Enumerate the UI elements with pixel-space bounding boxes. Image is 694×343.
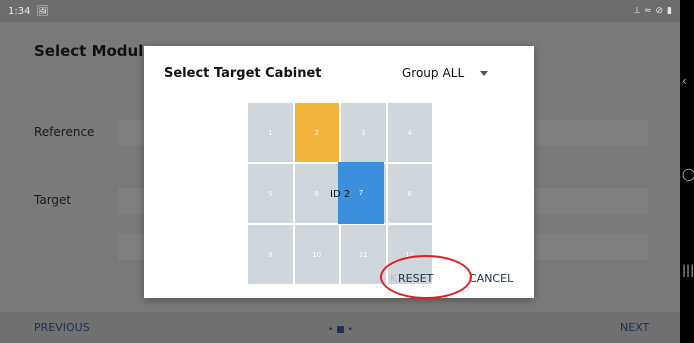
select-target-dialog: Select Target Cabinet Group ALL 1 2 3 4 … [144, 46, 534, 298]
cancel-button[interactable]: CANCEL [469, 272, 513, 285]
cabinet-cell-2[interactable]: 2 [293, 102, 340, 163]
highlight-circle [380, 255, 472, 299]
cabinet-cell-5[interactable]: 5 [247, 163, 294, 224]
battery-icon: ▮ [667, 6, 672, 16]
image-icon: 🖼 [36, 5, 50, 17]
group-selector[interactable]: Group ALL [402, 66, 489, 80]
wifi-icon: ≈ [643, 6, 652, 16]
group-label: Group [402, 66, 439, 80]
reference-label: Reference [34, 125, 95, 139]
status-bar: 1:34 🖼 ⟂ ≈ ⊘ ▮ [0, 0, 680, 22]
blue-cell-number: 7 [358, 189, 364, 197]
cabinet-cell-9[interactable]: 9 [247, 224, 294, 285]
cabinet-cell-3[interactable]: 3 [340, 102, 387, 163]
vibrate-icon: ⟂ [633, 6, 640, 16]
previous-button[interactable]: PREVIOUS [34, 321, 90, 334]
cabinet-cell-10[interactable]: 10 [293, 224, 340, 285]
target-label: Target [34, 193, 72, 207]
status-time: 1:34 [8, 5, 31, 17]
cabinet-cell-8[interactable]: 8 [386, 163, 433, 224]
page-indicator: • ■ • [328, 325, 353, 335]
do-not-disturb-icon: ⊘ [655, 6, 664, 16]
back-chevron-icon[interactable]: ‹ [682, 74, 687, 88]
group-value: ALL [442, 66, 465, 80]
next-button[interactable]: NEXT [620, 321, 649, 334]
status-icons: ⟂ ≈ ⊘ ▮ [634, 6, 672, 16]
navigation-bar [680, 22, 694, 343]
page-title: Select Modul [34, 42, 144, 60]
dialog-title: Select Target Cabinet [164, 66, 322, 81]
cabinet-cell-1[interactable]: 1 [247, 102, 294, 163]
id-label: ID 2 [330, 189, 351, 200]
cabinet-cell-4[interactable]: 4 [386, 102, 433, 163]
chevron-down-icon [480, 70, 489, 76]
recent-apps-icon[interactable]: ||| [682, 263, 694, 277]
home-circle-icon[interactable]: ◯ [682, 167, 694, 181]
android-screen: 1:34 🖼 ⟂ ≈ ⊘ ▮ ‹ ◯ ||| Select Modul Refe… [0, 0, 694, 343]
